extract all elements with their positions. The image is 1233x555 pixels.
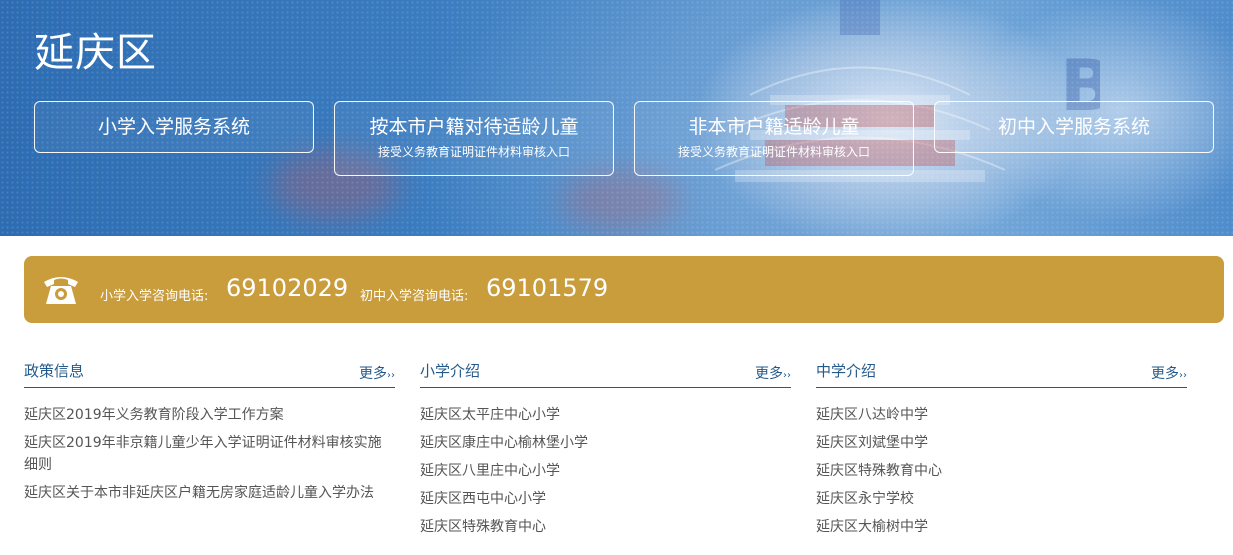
middle-school-enrollment-button[interactable]: 初中入学服务系统 <box>934 101 1214 153</box>
nonlocal-household-review-button[interactable]: 非本市户籍适龄儿童 接受义务教育证明证件材料审核入口 <box>634 101 914 176</box>
button-label: 非本市户籍适龄儿童 <box>688 116 860 138</box>
more-link-label: 更多 <box>1151 366 1179 382</box>
primary-hotline-label: 小学入学咨询电话: <box>100 289 209 304</box>
more-link[interactable]: 更多›› <box>359 363 395 383</box>
telephone-icon <box>44 277 78 304</box>
more-link-label: 更多 <box>755 366 783 382</box>
list-item[interactable]: 延庆区八达岭中学 <box>816 404 1187 426</box>
policy-list: 延庆区2019年义务教育阶段入学工作方案 延庆区2019年非京籍儿童少年入学证明… <box>24 404 395 504</box>
section-title: 政策信息 <box>24 362 85 380</box>
list-item[interactable]: 延庆区康庄中心榆林堡小学 <box>420 432 791 454</box>
double-chevron-right-icon: ›› <box>1179 370 1187 381</box>
double-chevron-right-icon: ›› <box>783 370 791 381</box>
primary-school-list: 延庆区太平庄中心小学 延庆区康庄中心榆林堡小学 延庆区八里庄中心小学 延庆区西屯… <box>420 404 791 538</box>
button-sublabel: 接受义务教育证明证件材料审核入口 <box>377 145 570 159</box>
list-item[interactable]: 延庆区西屯中心小学 <box>420 488 791 510</box>
local-household-review-button[interactable]: 按本市户籍对待适龄儿童 接受义务教育证明证件材料审核入口 <box>334 101 614 176</box>
hotline-bar: 小学入学咨询电话: 69102029 初中入学咨询电话: 69101579 <box>24 256 1224 323</box>
list-item[interactable]: 延庆区永宁学校 <box>816 488 1187 510</box>
section-header: 政策信息 更多›› <box>24 356 395 388</box>
list-item[interactable]: 延庆区2019年非京籍儿童少年入学证明证件材料审核实施细则 <box>24 432 395 476</box>
primary-school-enrollment-button[interactable]: 小学入学服务系统 <box>34 101 314 153</box>
section-header: 小学介绍 更多›› <box>420 356 791 388</box>
button-label: 初中入学服务系统 <box>997 116 1150 138</box>
double-chevron-right-icon: ›› <box>387 370 395 381</box>
list-item[interactable]: 延庆区大榆树中学 <box>816 516 1187 538</box>
list-item[interactable]: 延庆区八里庄中心小学 <box>420 460 791 482</box>
more-link[interactable]: 更多›› <box>1151 363 1187 383</box>
hero-banner: BE 延庆区 小学入学服务系统 按本市户籍对待适龄儿童 接受义务教育证明证件材料… <box>0 0 1233 236</box>
section-title: 小学介绍 <box>420 362 481 380</box>
more-link-label: 更多 <box>359 366 387 382</box>
middle-school-list: 延庆区八达岭中学 延庆区刘斌堡中学 延庆区特殊教育中心 延庆区永宁学校 延庆区大… <box>816 404 1187 538</box>
list-item[interactable]: 延庆区关于本市非延庆区户籍无房家庭适龄儿童入学办法 <box>24 482 395 504</box>
middle-hotline-label: 初中入学咨询电话: <box>360 289 469 304</box>
district-title: 延庆区 <box>34 30 157 76</box>
list-item[interactable]: 延庆区特殊教育中心 <box>816 460 1187 482</box>
list-item[interactable]: 延庆区太平庄中心小学 <box>420 404 791 426</box>
list-item[interactable]: 延庆区刘斌堡中学 <box>816 432 1187 454</box>
policy-info-section: 政策信息 更多›› 延庆区2019年义务教育阶段入学工作方案 延庆区2019年非… <box>24 356 395 510</box>
middle-hotline-number: 69101579 <box>486 274 609 302</box>
more-link[interactable]: 更多›› <box>755 363 791 383</box>
middle-school-section: 中学介绍 更多›› 延庆区八达岭中学 延庆区刘斌堡中学 延庆区特殊教育中心 延庆… <box>816 356 1187 544</box>
primary-hotline-number: 69102029 <box>226 274 349 302</box>
button-label: 小学入学服务系统 <box>97 116 250 138</box>
section-title: 中学介绍 <box>816 362 877 380</box>
section-header: 中学介绍 更多›› <box>816 356 1187 388</box>
primary-school-section: 小学介绍 更多›› 延庆区太平庄中心小学 延庆区康庄中心榆林堡小学 延庆区八里庄… <box>420 356 791 544</box>
list-item[interactable]: 延庆区特殊教育中心 <box>420 516 791 538</box>
button-label: 按本市户籍对待适龄儿童 <box>369 116 579 138</box>
button-sublabel: 接受义务教育证明证件材料审核入口 <box>677 145 870 159</box>
decoration <box>560 170 680 230</box>
list-item[interactable]: 延庆区2019年义务教育阶段入学工作方案 <box>24 404 395 426</box>
